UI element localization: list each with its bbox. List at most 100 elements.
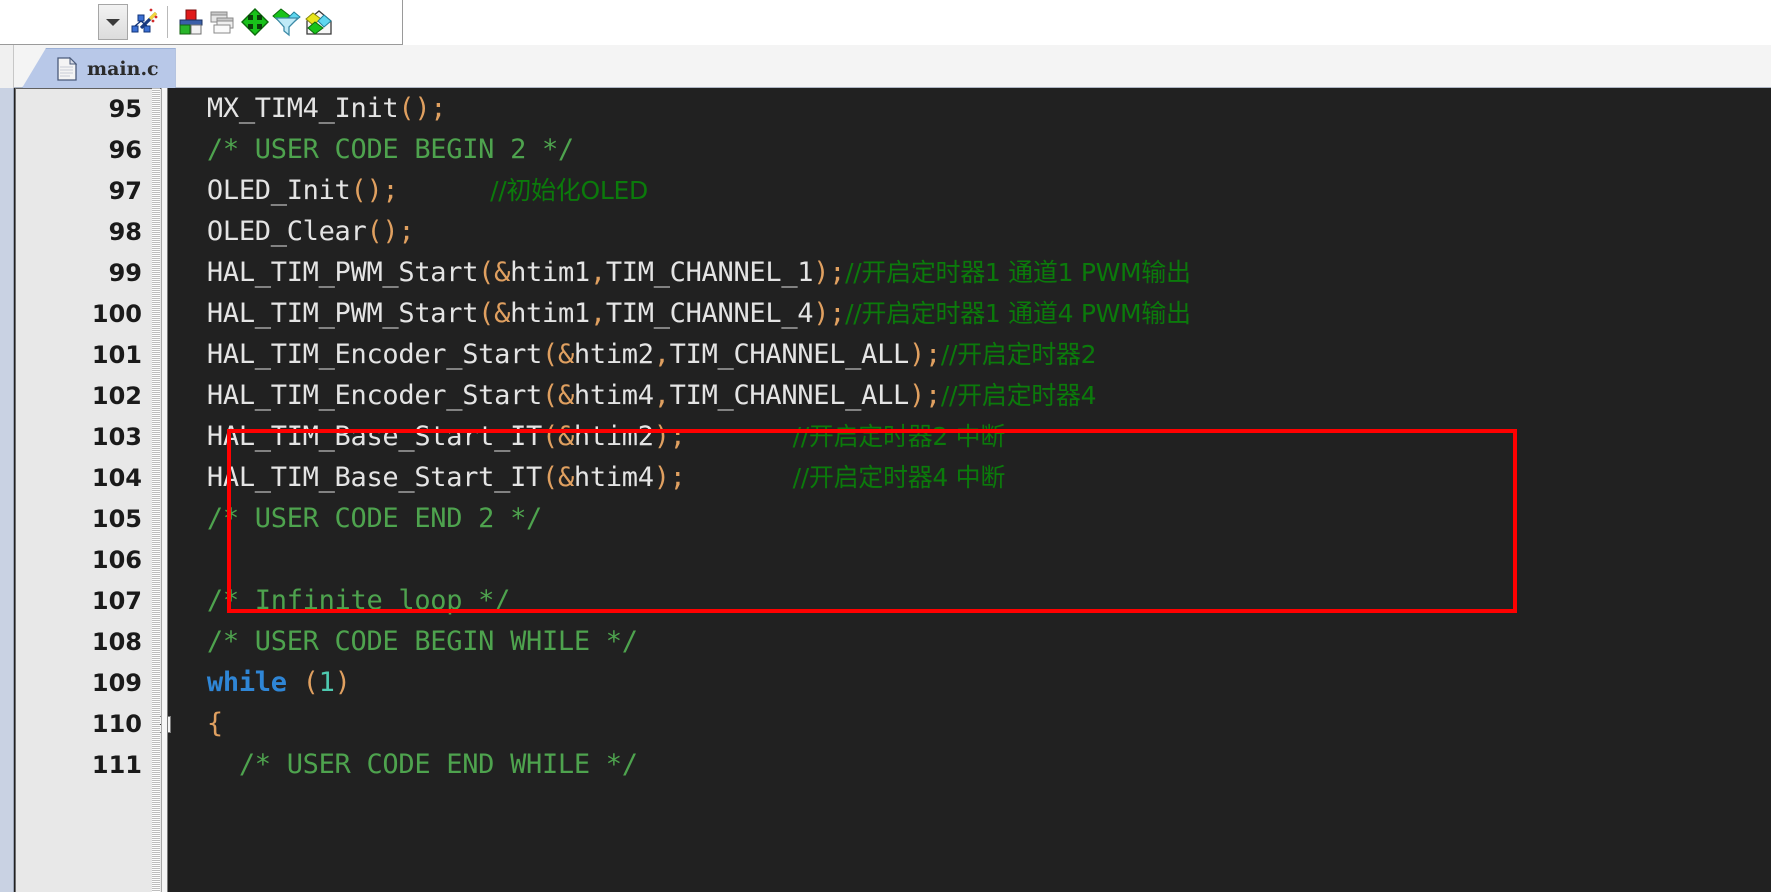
code-line[interactable]: OLED_Clear(); <box>0 211 1771 252</box>
gutter-row: 96 <box>16 130 168 171</box>
token-ident: htim2 <box>573 421 654 452</box>
line-number: 97 <box>108 177 142 205</box>
package-diamond-icon <box>305 10 332 35</box>
code-line-text: /* USER CODE BEGIN 2 */ <box>175 129 574 170</box>
token-ident: TIM_CHANNEL_4 <box>605 298 814 329</box>
line-number: 100 <box>91 300 142 328</box>
code-line[interactable]: { <box>0 703 1771 744</box>
tab-strip <box>0 45 1771 88</box>
token-ident: TIM_CHANNEL_ALL <box>669 380 910 411</box>
code-line[interactable]: /* USER CODE BEGIN WHILE */ <box>0 621 1771 662</box>
gutter-row: 107 <box>16 581 168 622</box>
token-ident: MX_TIM4_Init <box>175 93 399 124</box>
line-number: 110 <box>91 710 142 738</box>
token-cmt-block: /* USER CODE BEGIN WHILE */ <box>175 626 638 657</box>
code-line[interactable]: HAL_TIM_Encoder_Start(&htim2,TIM_CHANNEL… <box>0 334 1771 375</box>
token-punct: (& <box>478 298 511 329</box>
token-kw: while <box>206 667 287 698</box>
token-punct: (); <box>398 93 447 124</box>
token-punct: , <box>589 298 606 329</box>
build-target-button[interactable] <box>176 3 206 41</box>
gutter-row: 95 <box>16 89 168 130</box>
token-punct: ); <box>909 339 941 370</box>
code-line[interactable] <box>0 539 1771 580</box>
code-line-text: { <box>175 703 223 744</box>
token-punct: (); <box>350 175 399 206</box>
line-number: 111 <box>91 751 142 779</box>
tab-strip-left-edge <box>0 45 14 88</box>
gutter-row: 103 <box>16 417 168 458</box>
token-ident: htim4 <box>573 380 654 411</box>
package-installer-button[interactable] <box>304 3 334 41</box>
green-diamond-icon <box>241 8 269 36</box>
token-ident: HAL_TIM_PWM_Start <box>175 257 479 288</box>
line-number: 101 <box>91 341 142 369</box>
code-line-text: MX_TIM4_Init(); <box>175 88 447 129</box>
token-punct: , <box>653 339 670 370</box>
code-line[interactable]: /* Infinite loop */ <box>0 580 1771 621</box>
line-number: 106 <box>91 546 142 574</box>
code-editor-surface[interactable]: MX_TIM4_Init(); /* USER CODE BEGIN 2 */ … <box>0 88 1771 892</box>
token-punct: (& <box>541 380 574 411</box>
line-number: 102 <box>91 382 142 410</box>
gutter-row: 106 <box>16 540 168 581</box>
code-line[interactable]: HAL_TIM_Base_Start_IT(&htim4); //开启定时器4 … <box>0 457 1771 498</box>
token-cmt-cn: //开启定时器4 中断 <box>685 463 1006 492</box>
token-ident <box>175 667 207 698</box>
toolbar-separator <box>167 6 168 38</box>
code-line[interactable]: while (1) <box>0 662 1771 703</box>
gutter-dotted-separator <box>152 88 160 892</box>
code-line[interactable]: HAL_TIM_Base_Start_IT(&htim2); //开启定时器2 … <box>0 416 1771 457</box>
token-ident: TIM_CHANNEL_ALL <box>669 339 910 370</box>
token-cmt-cn: //开启定时器2 中断 <box>685 422 1006 451</box>
token-ident: htim2 <box>573 339 654 370</box>
code-line[interactable]: /* USER CODE END WHILE */ <box>0 744 1771 785</box>
code-line-text: /* USER CODE END 2 */ <box>175 498 542 539</box>
line-number: 96 <box>108 136 142 164</box>
code-line[interactable]: HAL_TIM_Encoder_Start(&htim4,TIM_CHANNEL… <box>0 375 1771 416</box>
token-punct: (); <box>366 216 415 247</box>
code-line[interactable]: MX_TIM4_Init(); <box>0 88 1771 129</box>
token-ident: htim1 <box>510 257 590 288</box>
token-cmt-block: /* USER CODE BEGIN 2 */ <box>175 134 574 165</box>
tab-main-c[interactable]: main.c <box>22 48 176 88</box>
fold-margin <box>161 88 168 892</box>
tab-label: main.c <box>87 57 159 80</box>
line-number: 109 <box>91 669 142 697</box>
token-ident: OLED_Clear <box>175 216 367 247</box>
code-line[interactable]: /* USER CODE BEGIN 2 */ <box>0 129 1771 170</box>
token-num: 1 <box>318 667 335 698</box>
toolbar-filler <box>403 0 1771 45</box>
configuration-wizard-button[interactable] <box>240 3 270 41</box>
line-number: 98 <box>108 218 142 246</box>
editor-left-margin <box>0 88 14 892</box>
code-line[interactable]: HAL_TIM_PWM_Start(&htim1,TIM_CHANNEL_1);… <box>0 252 1771 293</box>
gutter-row: 108 <box>16 622 168 663</box>
gutter-row: 111 <box>16 745 168 786</box>
line-number-gutter[interactable]: 95 96 97 98 99 100 101 102 103 104 105 106 107 108 109… <box>15 88 171 892</box>
gutter-row: 102 <box>16 376 168 417</box>
token-ident: OLED_Init <box>175 175 351 206</box>
line-number: 95 <box>108 95 142 123</box>
c-file-icon <box>57 56 77 81</box>
token-punct: { <box>175 708 223 739</box>
gutter-row: 99 <box>16 253 168 294</box>
token-ident: htim4 <box>573 462 654 493</box>
token-punct: ) <box>334 667 351 698</box>
build-blocks-icon <box>179 9 203 35</box>
magic-wand-button[interactable] <box>129 3 159 41</box>
code-line[interactable]: /* USER CODE END 2 */ <box>0 498 1771 539</box>
code-line[interactable]: OLED_Init(); //初始化OLED <box>0 170 1771 211</box>
code-line-text: /* Infinite loop */ <box>175 580 510 621</box>
token-cmt-cn: //开启定时器1 通道1 PWM输出 <box>845 258 1191 287</box>
code-line[interactable]: HAL_TIM_PWM_Start(&htim1,TIM_CHANNEL_4);… <box>0 293 1771 334</box>
token-punct: , <box>653 380 670 411</box>
line-number: 105 <box>91 505 142 533</box>
token-punct: (& <box>478 257 511 288</box>
filter-button[interactable] <box>272 3 302 41</box>
gutter-row: 101 <box>16 335 168 376</box>
dropdown-arrow-button[interactable] <box>98 4 128 40</box>
token-ident: HAL_TIM_Encoder_Start <box>175 339 542 370</box>
gutter-row: 104 <box>16 458 168 499</box>
manage-windows-button[interactable] <box>208 3 238 41</box>
